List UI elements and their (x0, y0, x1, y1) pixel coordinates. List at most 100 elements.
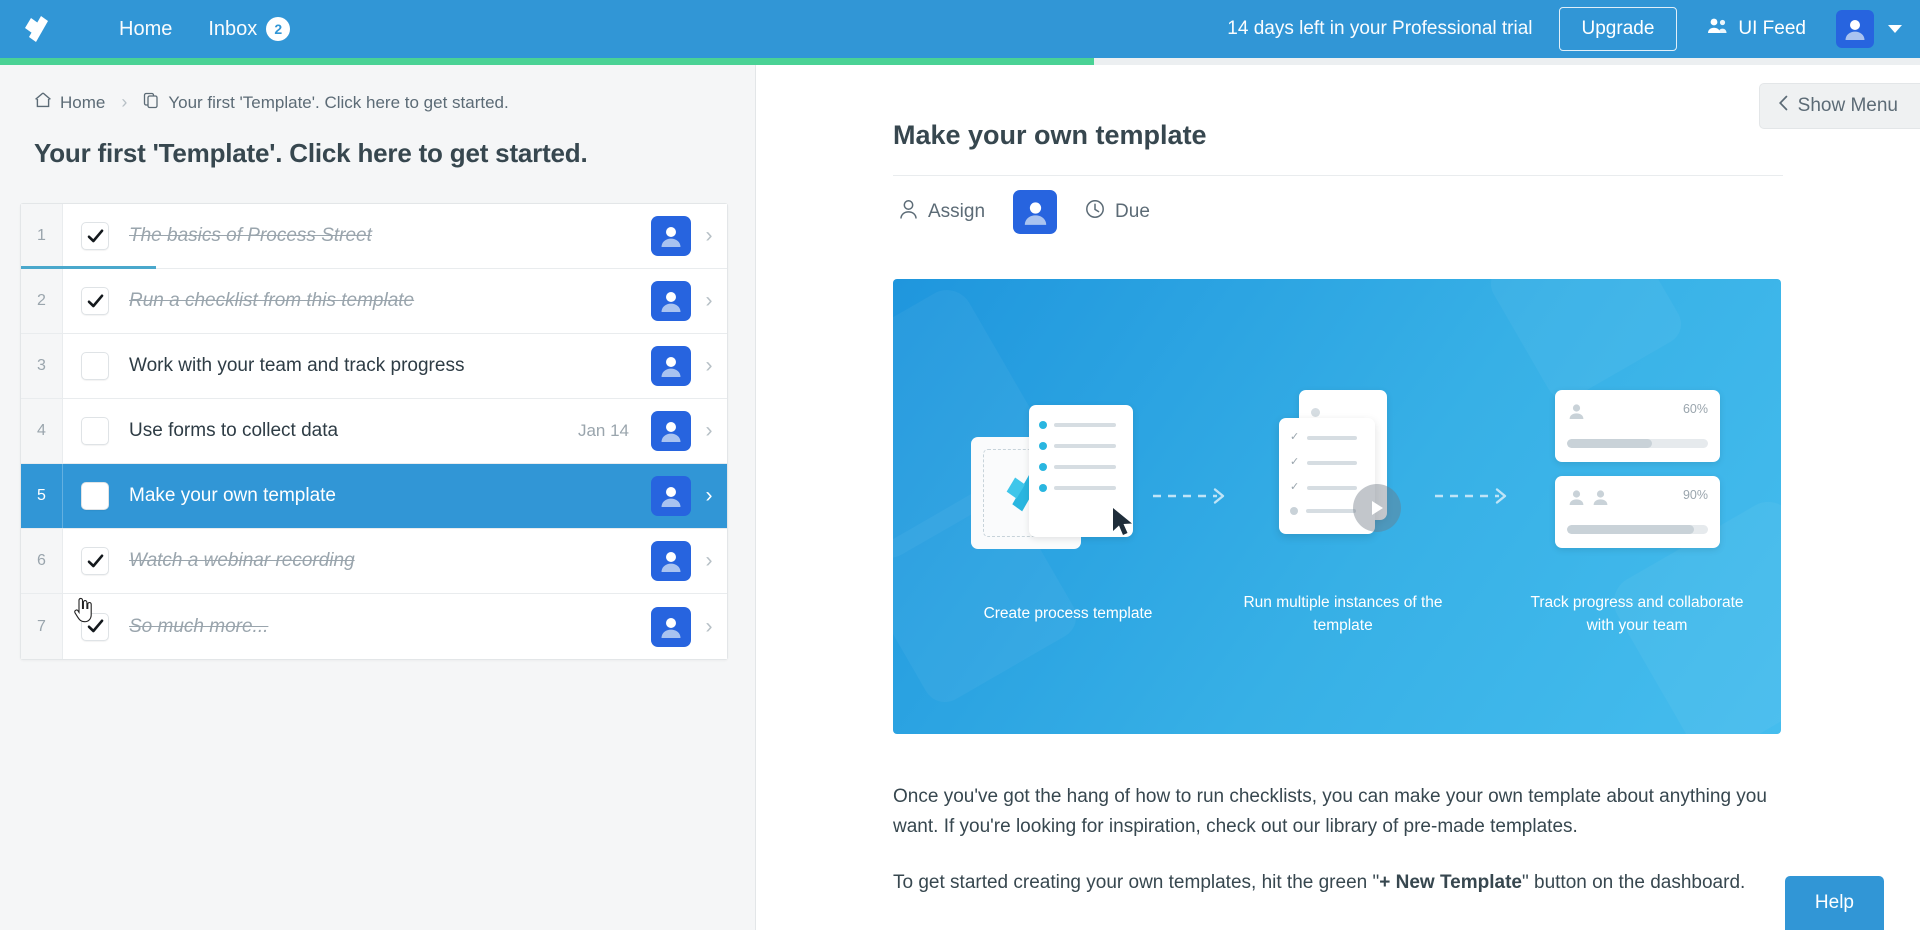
user-avatar-icon[interactable] (1836, 10, 1874, 48)
task-body-copy: Once you've got the hang of how to run c… (893, 782, 1783, 898)
task-row[interactable]: 6 Watch a webinar recording › (21, 529, 727, 594)
task-assignee-avatar-icon[interactable] (651, 476, 691, 516)
task-label: Use forms to collect data (129, 420, 339, 441)
task-assignee-avatar-icon[interactable] (651, 281, 691, 321)
task-list: 1 The basics of Process Street › 2 Run a che… (20, 203, 728, 660)
illustration-step-3: 60% 90% Track progress and collaborate w… (1493, 279, 1781, 734)
top-navigation-bar: Home Inbox 2 14 days left in your Profes… (0, 0, 1920, 58)
clock-icon (1085, 199, 1105, 225)
breadcrumb-current[interactable]: Your first 'Template'. Click here to get… (143, 92, 509, 114)
trial-status-text: 14 days left in your Professional trial (1227, 18, 1533, 39)
assign-label: Assign (928, 201, 986, 222)
task-checkbox[interactable] (81, 287, 109, 315)
play-button-icon (1353, 484, 1401, 533)
assignee-avatar-icon[interactable] (1013, 190, 1058, 234)
task-number: 1 (21, 204, 63, 268)
task-assignee-avatar-icon[interactable] (651, 606, 691, 647)
progress-card-60: 60% (1555, 390, 1720, 463)
body-text: Once you've got the hang of how to run c… (893, 786, 1767, 838)
task-number: 3 (21, 334, 63, 398)
due-label: Due (1115, 201, 1150, 222)
checklist-progress-bar (0, 58, 1920, 65)
top-navigation-right-group: 14 days left in your Professional trial … (1227, 0, 1920, 58)
task-label: The basics of Process Street (129, 225, 372, 246)
page-title: Your first 'Template'. Click here to get… (34, 138, 588, 168)
chevron-left-icon (1778, 95, 1789, 117)
breadcrumb-home[interactable]: Home (34, 91, 105, 114)
task-row[interactable]: 1 The basics of Process Street › (21, 204, 727, 269)
task-assignee-avatar-icon[interactable] (651, 541, 691, 581)
show-menu-label: Show Menu (1797, 95, 1898, 116)
assign-button[interactable]: Assign (893, 191, 991, 234)
body-text: " button on the dashboard. (1521, 872, 1746, 894)
chevron-right-icon[interactable]: › (691, 289, 727, 313)
task-label: So much more... (129, 615, 269, 637)
help-button[interactable]: Help (1784, 876, 1884, 930)
nav-inbox-label: Inbox (208, 18, 258, 40)
chevron-right-icon[interactable]: › (691, 354, 727, 378)
chevron-right-icon[interactable]: › (691, 615, 727, 639)
illustration-caption-2: Run multiple instances of the template (1243, 594, 1443, 634)
nav-inbox-link[interactable]: Inbox 2 (208, 0, 291, 58)
task-assignee-avatar-icon[interactable] (651, 411, 691, 451)
task-detail-right-pane: Show Menu Make your own template Assign (757, 65, 1920, 930)
breadcrumb: Home › Your first 'Template'. Click here… (0, 65, 755, 114)
checklist-progress-fill (0, 58, 1095, 65)
nav-home-link[interactable]: Home (105, 0, 186, 58)
task-checkbox[interactable] (81, 612, 109, 641)
copy-document-icon (143, 92, 160, 114)
task-row[interactable]: 3 Work with your team and track progress › (21, 334, 727, 399)
breadcrumb-separator: › (121, 92, 128, 112)
task-assignee-avatar-icon[interactable] (651, 346, 691, 386)
task-checkbox[interactable] (81, 417, 109, 445)
task-due-date[interactable]: Jan 14 (578, 421, 629, 441)
process-street-logo-icon[interactable] (17, 8, 59, 50)
body-text-bold: + New Template (1379, 872, 1522, 894)
task-row[interactable]: 2 Run a checklist from this template › (21, 269, 727, 334)
user-icon (899, 199, 918, 226)
upgrade-button[interactable]: Upgrade (1558, 7, 1678, 51)
show-menu-button[interactable]: Show Menu (1758, 83, 1920, 129)
task-row[interactable]: 4 Use forms to collect data Jan 14 › (21, 399, 727, 464)
checklist-left-pane: Home › Your first 'Template'. Click here… (0, 65, 756, 930)
breadcrumb-current-label: Your first 'Template'. Click here to get… (168, 92, 509, 112)
task-row[interactable]: 5 Make your own template › (21, 464, 727, 529)
task-checkbox[interactable] (81, 547, 109, 575)
illustration-caption-3: Track progress and collaborate with your… (1530, 594, 1744, 634)
chevron-right-icon[interactable]: › (691, 419, 727, 443)
task-number: 7 (21, 594, 63, 659)
task-checkbox[interactable] (81, 222, 109, 250)
inbox-unread-badge: 2 (266, 17, 291, 41)
task-label: Run a checklist from this template (129, 290, 415, 311)
breadcrumb-home-label: Home (60, 92, 106, 112)
progress-card-90: 90% (1555, 476, 1720, 549)
body-paragraph: To get started creating your own templat… (893, 868, 1783, 898)
arrow-cursor-icon (1113, 508, 1132, 536)
task-label: Watch a webinar recording (129, 550, 355, 571)
chevron-down-icon[interactable] (1888, 25, 1902, 33)
task-label: Work with your team and track progress (129, 355, 465, 376)
body-text: To get started creating your own templat… (893, 872, 1380, 894)
task-assignee-avatar-icon[interactable] (651, 216, 691, 256)
ui-feed-link[interactable]: UI Feed (1705, 17, 1806, 41)
task-label: Make your own template (129, 485, 336, 506)
progress-card-60-percent: 60% (1682, 402, 1708, 417)
illustration-step-1: Create process template (923, 279, 1213, 734)
home-icon (34, 91, 52, 114)
task-number: 4 (21, 399, 63, 463)
illustration-caption-1: Create process template (983, 605, 1153, 623)
onboarding-illustration: Create process template ✓ ✓ ✓ Run multip… (893, 279, 1781, 734)
ui-feed-label: UI Feed (1738, 18, 1806, 39)
chevron-right-icon[interactable]: › (691, 484, 727, 508)
task-row[interactable]: 7 So much more... › (21, 594, 727, 659)
chevron-right-icon[interactable]: › (691, 224, 727, 248)
task-number: 6 (21, 529, 63, 593)
due-date-button[interactable]: Due (1079, 191, 1156, 233)
progress-card-90-percent: 90% (1682, 488, 1708, 503)
task-checkbox[interactable] (81, 352, 109, 380)
people-group-icon (1705, 17, 1729, 41)
task-checkbox[interactable] (81, 482, 109, 510)
app-root: Home Inbox 2 14 days left in your Profes… (0, 0, 1920, 930)
chevron-right-icon[interactable]: › (691, 549, 727, 573)
body-paragraph: Once you've got the hang of how to run c… (893, 782, 1783, 842)
